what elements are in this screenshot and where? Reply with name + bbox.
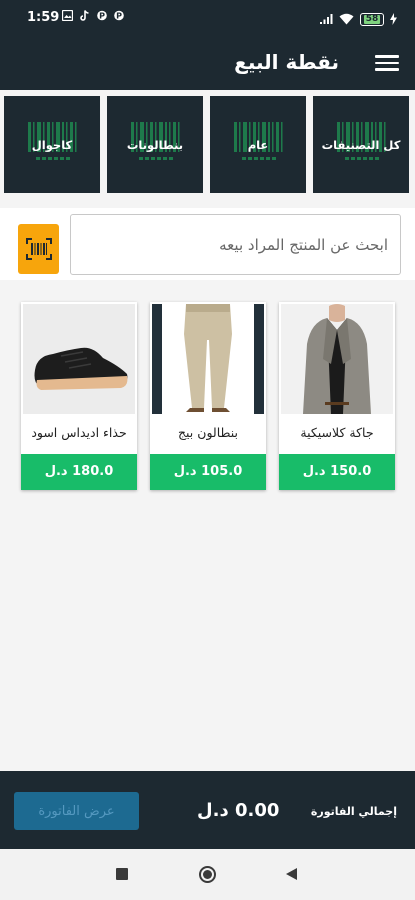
charging-bolt-icon	[390, 10, 397, 29]
category-label: كاجوال	[31, 138, 73, 152]
battery-level: 58	[363, 14, 381, 24]
notification-icons: P P	[61, 9, 124, 24]
category-tile-casual[interactable]: كاجوال	[4, 96, 100, 193]
barcode-scanner-icon	[25, 238, 52, 260]
product-image-trousers	[152, 304, 264, 414]
category-label: كل التصنيفات	[321, 138, 401, 152]
category-label: بنطالونات	[126, 138, 184, 152]
product-name: جاكة كلاسيكية	[300, 425, 374, 440]
product-price: 105.0 د.ل	[150, 454, 266, 490]
search-bar	[0, 208, 415, 280]
gallery-icon	[61, 9, 74, 24]
category-list: كل التصنيفات عام بنطالونات كاجوال	[0, 96, 415, 194]
product-price: 180.0 د.ل	[21, 454, 137, 490]
category-tile-general[interactable]: عام	[210, 96, 306, 193]
wifi-icon	[339, 10, 354, 29]
product-price: 150.0 د.ل	[279, 454, 395, 490]
home-icon[interactable]	[199, 866, 216, 883]
page-title: نقطة البيع	[234, 50, 339, 74]
invoice-total-label: إجمالي الفاتورة	[310, 805, 397, 818]
back-icon[interactable]	[286, 868, 297, 880]
invoice-summary-bar: عرض الفاتورة 0.00 د.ل إجمالي الفاتورة	[0, 771, 415, 849]
status-bar: 1:59 P P 58	[0, 0, 415, 36]
product-image-sneaker	[23, 304, 135, 414]
product-card-trousers[interactable]: بنطالون بيج 105.0 د.ل	[150, 302, 266, 490]
search-input[interactable]	[70, 214, 401, 275]
status-time: 1:59	[27, 10, 60, 25]
recent-apps-icon[interactable]	[116, 868, 128, 880]
category-tile-all[interactable]: كل التصنيفات	[313, 96, 409, 193]
barcode-scanner-button[interactable]	[18, 224, 59, 274]
product-image-jacket	[281, 304, 393, 414]
product-name: بنطالون بيج	[177, 425, 239, 440]
category-tile-pants[interactable]: بنطالونات	[107, 96, 203, 193]
product-name: حذاء اديداس اسود	[31, 425, 127, 440]
invoice-total-value: 0.00 د.ل	[197, 800, 280, 821]
svg-text:P: P	[116, 12, 122, 21]
p-icon: P	[97, 10, 107, 24]
signal-icon	[319, 10, 333, 29]
app-bar: نقطة البيع	[0, 36, 415, 90]
tiktok-icon	[80, 10, 90, 24]
system-indicators: 58	[319, 10, 397, 29]
hamburger-menu-icon[interactable]	[375, 52, 399, 74]
battery-icon: 58	[360, 13, 384, 26]
p-icon: P	[114, 10, 124, 24]
system-navigation-bar	[0, 849, 415, 900]
product-card-sneaker[interactable]: حذاء اديداس اسود 180.0 د.ل	[21, 302, 137, 490]
category-label: عام	[247, 138, 269, 152]
product-card-jacket[interactable]: جاكة كلاسيكية 150.0 د.ل	[279, 302, 395, 490]
view-invoice-button[interactable]: عرض الفاتورة	[14, 792, 139, 830]
svg-text:P: P	[99, 12, 105, 21]
